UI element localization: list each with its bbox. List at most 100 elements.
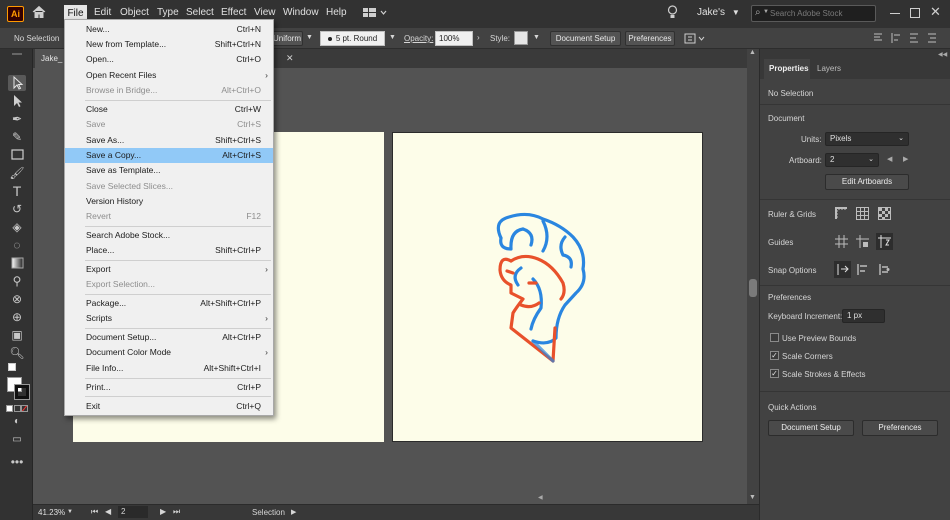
uniform-profile-select[interactable]: Uniform — [271, 31, 303, 46]
pen-tool-icon[interactable]: ✒ — [8, 111, 26, 127]
maximize-button[interactable] — [910, 8, 920, 18]
home-icon[interactable] — [32, 5, 46, 19]
artboard-select[interactable]: 2 ⌄ — [825, 153, 879, 167]
direct-selection-tool-icon[interactable] — [8, 93, 26, 109]
eyedropper-tool-icon[interactable]: ⚲ — [8, 273, 26, 289]
keyboard-increment-input[interactable]: 1 px — [842, 309, 885, 323]
quick-preferences-button[interactable]: Preferences — [862, 420, 938, 436]
lock-guides-icon[interactable] — [856, 235, 869, 248]
scroll-down-icon[interactable]: ▼ — [749, 494, 756, 501]
menu-item-export[interactable]: Export › — [65, 262, 273, 277]
zoom-tool-icon[interactable]: 🔍︎ — [8, 345, 26, 361]
more-tools-icon[interactable]: ••• — [8, 454, 26, 470]
menu-window[interactable]: Window — [283, 7, 319, 18]
menu-item-save-as-template[interactable]: Save as Template... — [65, 163, 273, 178]
artboard-number-input[interactable]: 2 — [118, 506, 148, 518]
menu-item-document-color-mode[interactable]: Document Color Mode › — [65, 345, 273, 360]
close-window-button[interactable]: ✕ — [930, 4, 941, 20]
menu-item-open-recent[interactable]: Open Recent Files › — [65, 68, 273, 83]
snap-to-pixel-icon[interactable] — [856, 263, 869, 276]
user-menu[interactable]: Jake's ▼ — [697, 7, 740, 18]
arrange-documents-icon[interactable] — [684, 33, 706, 45]
menu-item-save-as[interactable]: Save As... Shift+Ctrl+S — [65, 133, 273, 148]
artboard-tool-icon[interactable]: ▣ — [8, 327, 26, 343]
artboard-prev-icon[interactable]: ◀ — [887, 155, 892, 163]
menu-item-save[interactable]: Save Ctrl+S — [65, 117, 273, 132]
menu-item-revert[interactable]: Revert F12 — [65, 209, 273, 224]
workspace-switcher-icon[interactable] — [362, 7, 388, 19]
zoom-level[interactable]: 41.23% — [38, 508, 65, 517]
menu-effect[interactable]: Effect — [221, 7, 246, 18]
rectangle-tool-icon[interactable] — [8, 147, 26, 163]
snap-to-glyph-icon[interactable] — [878, 263, 891, 276]
artboard-2[interactable] — [392, 132, 703, 442]
brush-select[interactable]: 5 pt. Round — [320, 31, 385, 46]
lightbulb-icon[interactable] — [667, 5, 678, 20]
grid-icon[interactable] — [856, 207, 869, 220]
menu-help[interactable]: Help — [326, 7, 347, 18]
menu-item-print[interactable]: Print... Ctrl+P — [65, 380, 273, 395]
artboard-nav-first-icon[interactable]: ⏮ — [91, 507, 98, 517]
menu-item-document-setup[interactable]: Document Setup... Alt+Ctrl+P — [65, 330, 273, 345]
transparency-grid-icon[interactable] — [878, 207, 891, 220]
use-preview-bounds-checkbox[interactable] — [770, 333, 779, 342]
lasso-tool-icon[interactable]: ◌ — [8, 237, 26, 253]
chevron-down-icon[interactable]: ▼ — [533, 34, 540, 41]
tab-layers[interactable]: Layers — [817, 64, 841, 73]
chevron-right-icon[interactable]: › — [477, 33, 480, 42]
menu-select[interactable]: Select — [186, 7, 214, 18]
status-arrow-icon[interactable]: ▶ — [291, 508, 296, 516]
artboard-next-icon[interactable]: ▶ — [903, 155, 908, 163]
style-swatch[interactable] — [514, 31, 528, 45]
zoom-dropdown-icon[interactable]: ▼ — [67, 509, 73, 515]
tab-properties[interactable]: Properties — [764, 59, 810, 79]
chevron-down-icon[interactable]: ▼ — [306, 34, 313, 41]
menu-item-export-selection[interactable]: Export Selection... — [65, 277, 273, 292]
show-guides-icon[interactable] — [835, 235, 848, 248]
selection-tool-icon[interactable] — [8, 75, 26, 91]
menu-item-package[interactable]: Package... Alt+Shift+Ctrl+P — [65, 296, 273, 311]
opacity-input[interactable]: 100% — [435, 31, 473, 46]
color-mode-icons[interactable] — [6, 404, 28, 412]
preferences-button[interactable]: Preferences — [625, 31, 675, 46]
shape-builder-tool-icon[interactable]: ⊕ — [8, 309, 26, 325]
chevron-down-icon[interactable]: ▼ — [389, 34, 396, 41]
rotate-tool-icon[interactable]: ↺ — [8, 201, 26, 217]
align-icons[interactable] — [872, 32, 944, 44]
screen-mode-icon[interactable]: ▭ — [8, 432, 26, 448]
menu-item-new-from-template[interactable]: New from Template... Shift+Ctrl+N — [65, 37, 273, 52]
default-colors-icon[interactable] — [8, 363, 16, 371]
vertical-scrollbar[interactable]: ▲ ▼ — [747, 49, 759, 504]
hscroll-left-icon[interactable]: ◀ — [538, 494, 543, 501]
type-tool-icon[interactable]: T — [8, 183, 26, 199]
curvature-tool-icon[interactable]: ✎ — [8, 129, 26, 145]
menu-item-open[interactable]: Open... Ctrl+O — [65, 52, 273, 67]
artboard-nav-next-icon[interactable]: ▶ — [160, 507, 166, 516]
eraser-tool-icon[interactable]: ◈ — [8, 219, 26, 235]
edit-artboards-button[interactable]: Edit Artboards — [825, 174, 909, 190]
menu-item-file-info[interactable]: File Info... Alt+Shift+Ctrl+I — [65, 361, 273, 376]
ruler-icon[interactable] — [835, 207, 848, 220]
artboard-nav-last-icon[interactable]: ⏭ — [173, 507, 180, 517]
draw-mode-icon[interactable]: ◐ — [8, 414, 26, 430]
menu-edit[interactable]: Edit — [94, 7, 111, 18]
menu-item-version-history[interactable]: Version History — [65, 194, 273, 209]
menu-item-place[interactable]: Place... Shift+Ctrl+P — [65, 243, 273, 258]
document-setup-button[interactable]: Document Setup — [550, 31, 621, 46]
search-stock-field[interactable]: ⌕ ▼ Search Adobe Stock — [751, 5, 876, 22]
panel-collapse-icon[interactable]: ◀◀ — [938, 51, 947, 58]
menu-item-browse-in-bridge[interactable]: Browse in Bridge... Alt+Ctrl+O — [65, 83, 273, 98]
scale-corners-checkbox[interactable]: ✓ — [770, 351, 779, 360]
menu-item-scripts[interactable]: Scripts › — [65, 311, 273, 326]
menu-item-save-selected-slices[interactable]: Save Selected Slices... — [65, 179, 273, 194]
snap-to-point-icon[interactable] — [834, 261, 851, 278]
artboard-nav-prev-icon[interactable]: ◀ — [105, 507, 111, 516]
minimize-button[interactable] — [890, 13, 900, 14]
stroke-swatch[interactable] — [14, 384, 30, 400]
menu-item-search-adobe-stock[interactable]: Search Adobe Stock... — [65, 228, 273, 243]
menu-item-new[interactable]: New... Ctrl+N — [65, 22, 273, 37]
menu-view[interactable]: View — [254, 7, 276, 18]
menu-item-save-a-copy[interactable]: Save a Copy... Alt+Ctrl+S — [65, 148, 273, 163]
scale-strokes-checkbox[interactable]: ✓ — [770, 369, 779, 378]
menu-item-exit[interactable]: Exit Ctrl+Q — [65, 399, 273, 414]
